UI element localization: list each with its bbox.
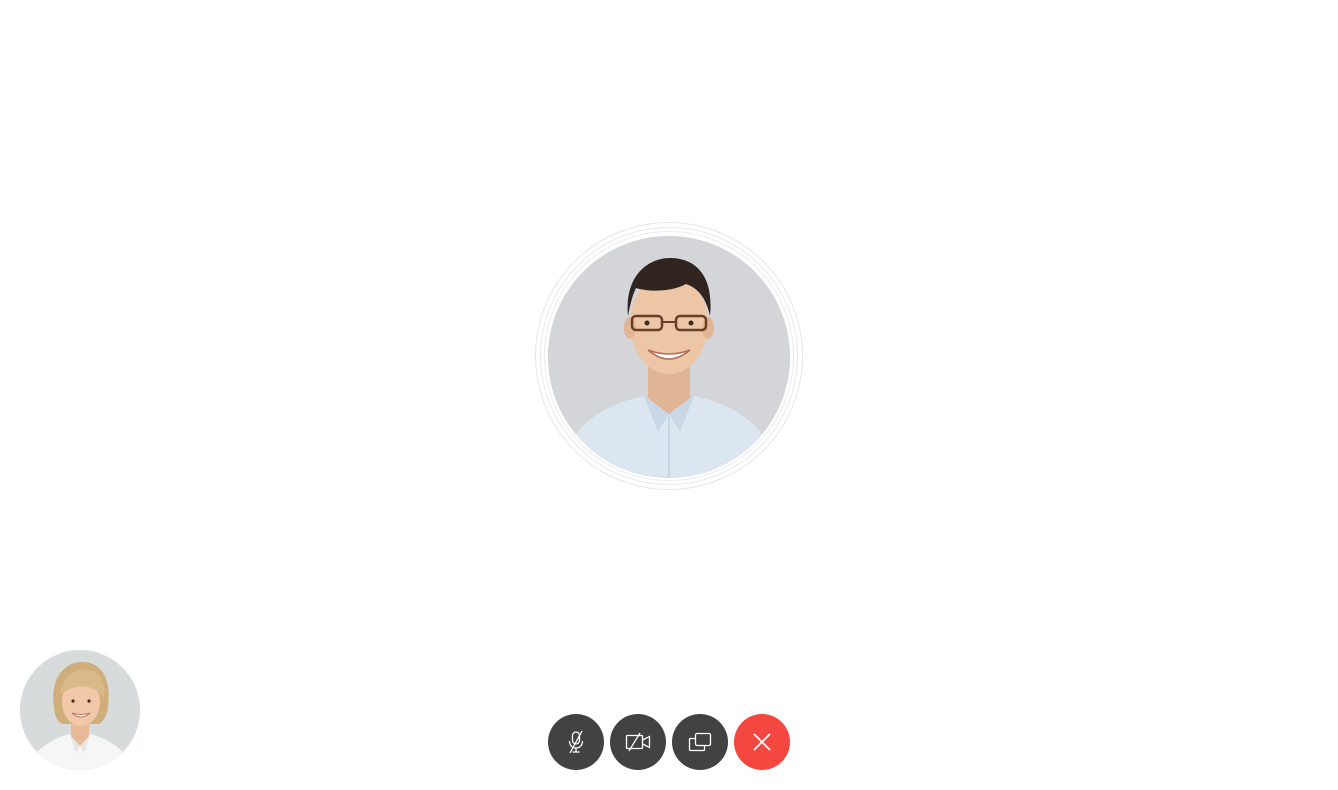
person-photo-icon xyxy=(548,236,790,478)
screen-share-button[interactable] xyxy=(672,714,728,770)
person-photo-icon xyxy=(20,650,140,770)
screen-share-icon xyxy=(688,732,712,752)
call-controls xyxy=(548,714,790,770)
mute-button[interactable] xyxy=(548,714,604,770)
mic-off-icon xyxy=(568,730,584,754)
remote-participant-avatar xyxy=(548,236,790,478)
close-icon xyxy=(753,733,771,751)
self-view-avatar[interactable] xyxy=(20,650,140,770)
video-toggle-button[interactable] xyxy=(610,714,666,770)
end-call-button[interactable] xyxy=(734,714,790,770)
call-screen xyxy=(0,0,1338,790)
video-off-icon xyxy=(625,732,651,752)
